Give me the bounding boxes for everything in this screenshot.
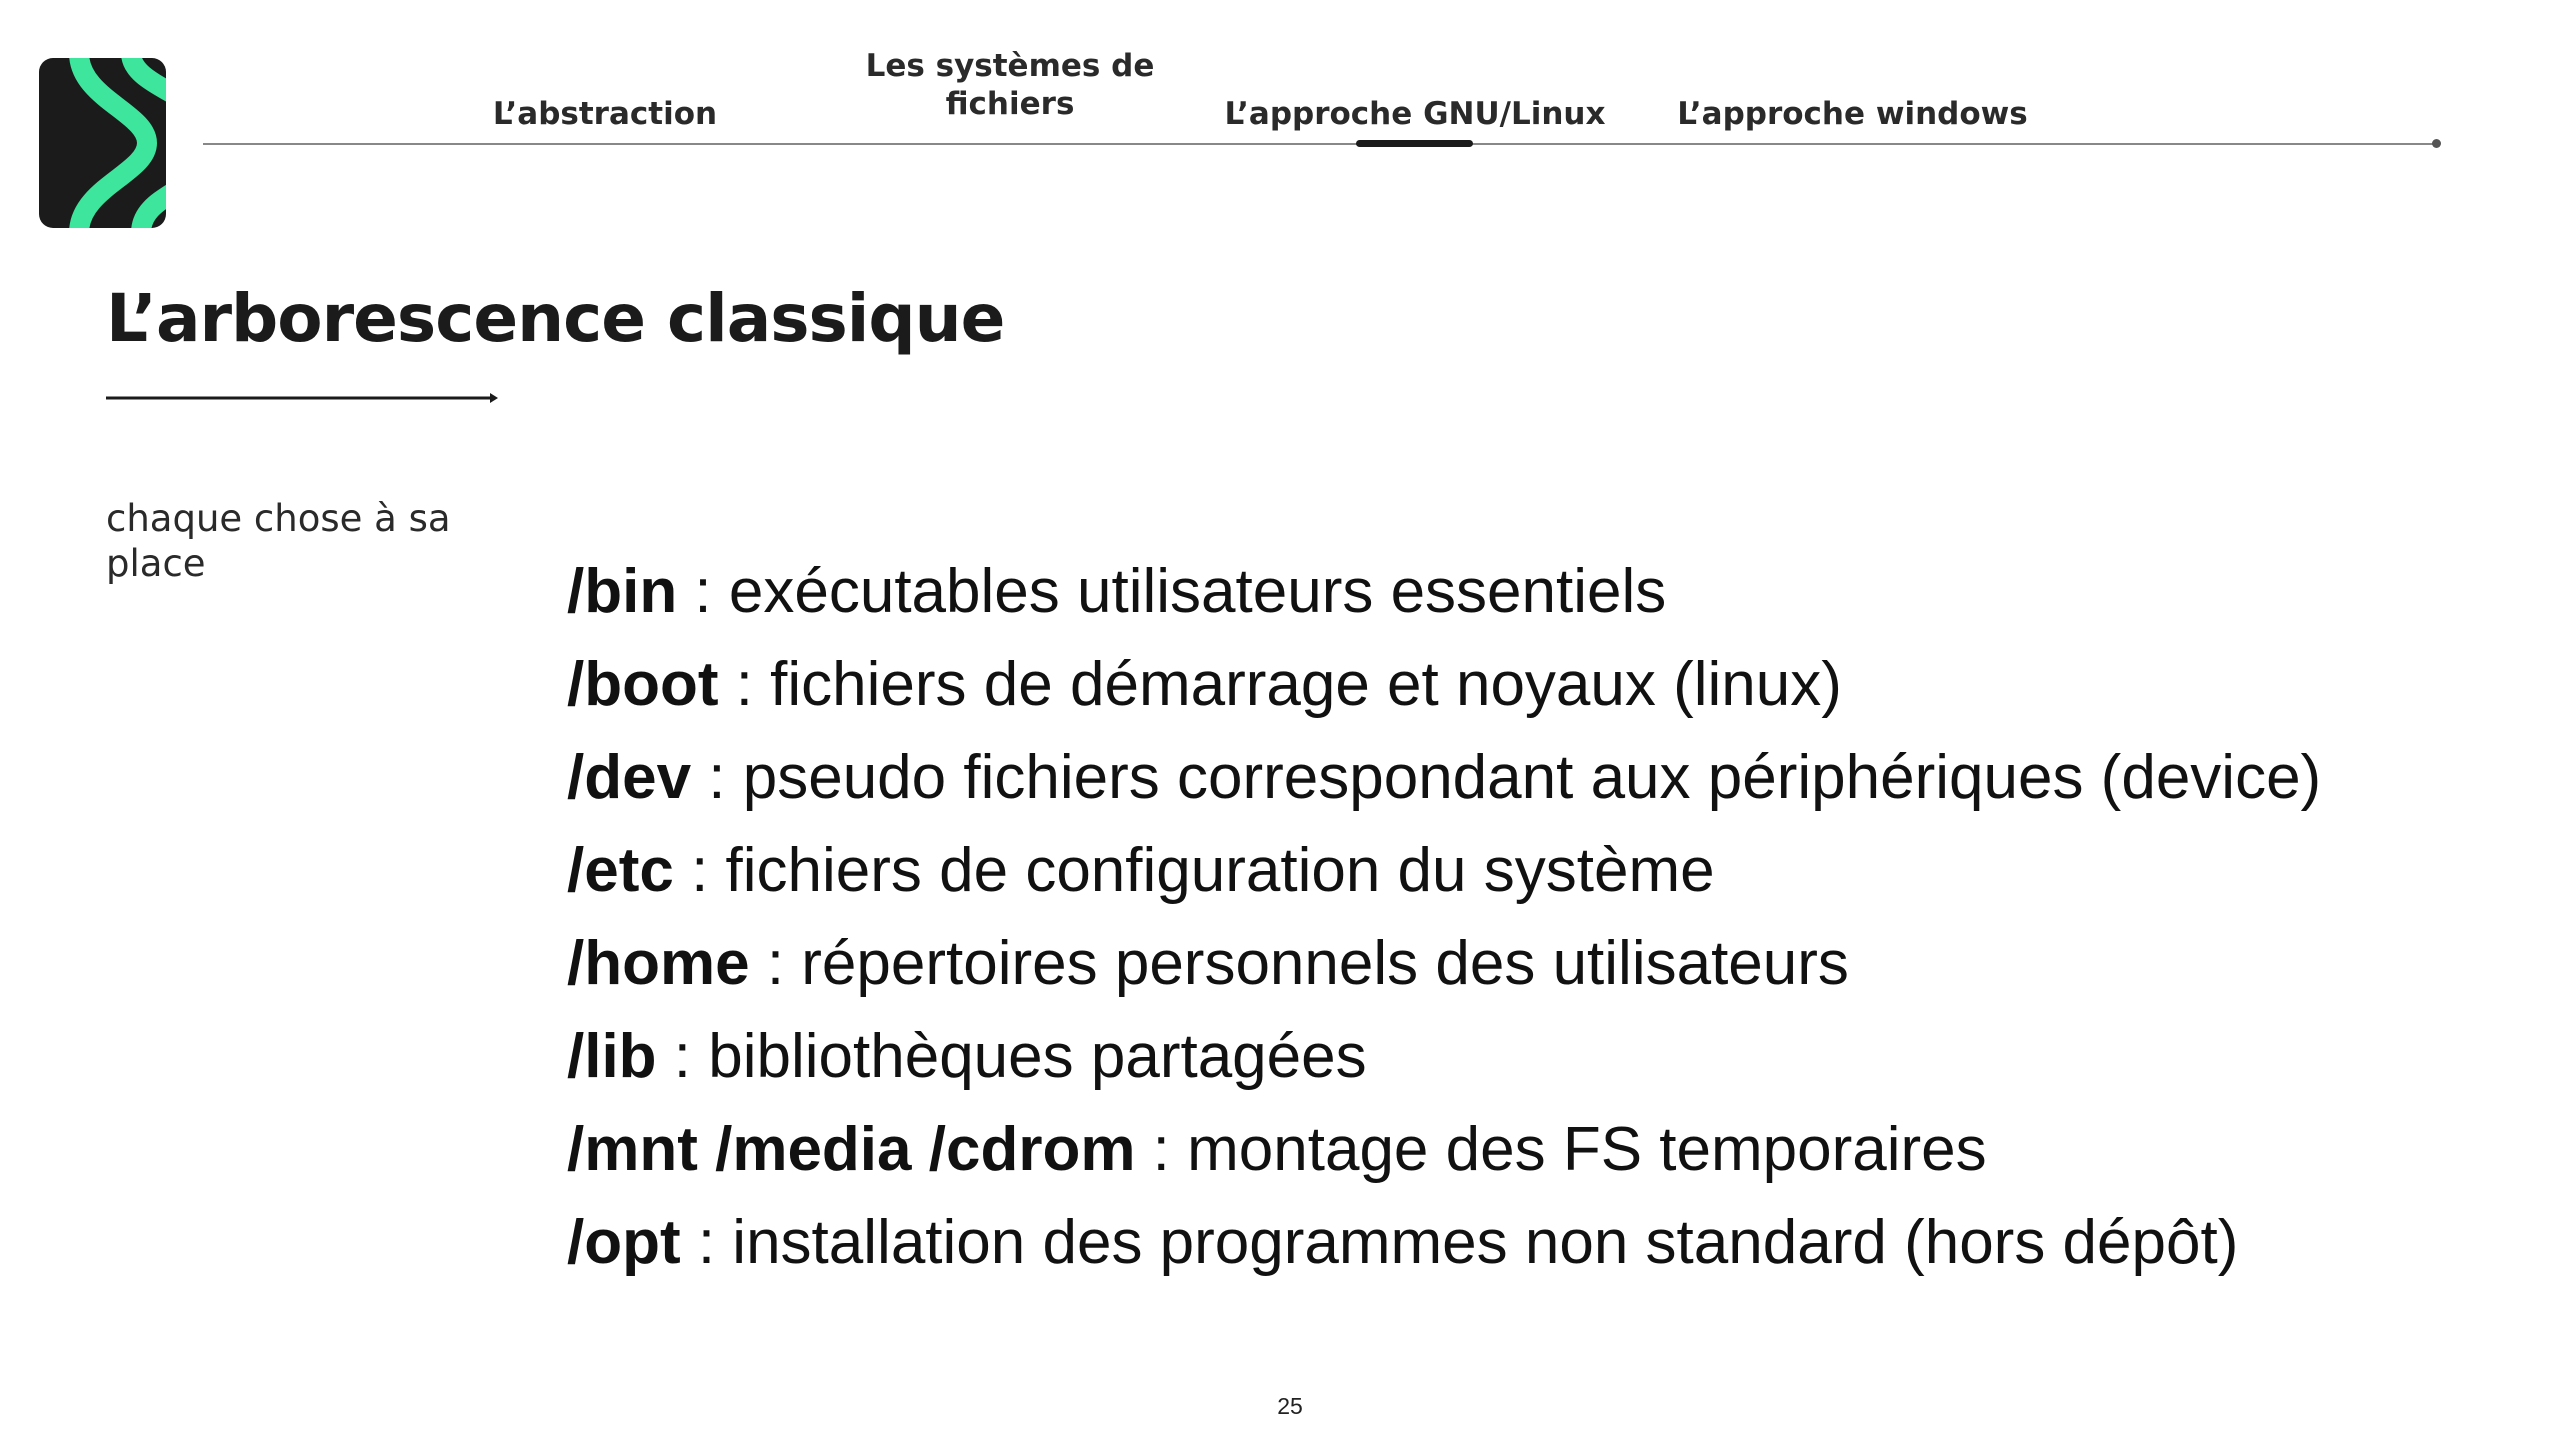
nav-item-gnu-linux[interactable]: L’approche GNU/Linux [1215,95,1615,133]
list-item: /mnt /media /cdrom : montage des FS temp… [567,1103,2321,1196]
directory-description: : montage des FS temporaires [1135,1115,1987,1184]
directory-description: : pseudo fichiers correspondant aux péri… [691,743,2322,812]
directory-path: /mnt /media /cdrom [567,1115,1136,1184]
directory-path: /lib [567,1022,657,1091]
directory-description: : répertoires personnels des utilisateur… [749,929,1849,998]
directory-description: : fichiers de démarrage et noyaux (linux… [718,650,1842,719]
list-item: /boot : fichiers de démarrage et noyaux … [567,638,2321,731]
directory-path: /home [567,929,750,998]
slide: L’abstraction Les systèmes de fichiers L… [0,0,2560,1440]
list-item: /opt : installation des programmes non s… [567,1196,2321,1289]
page-number: 25 [1277,1393,1303,1419]
list-item: /bin : exécutables utilisateurs essentie… [567,545,2321,638]
brand-logo-icon [39,58,166,228]
nav-item-filesystems[interactable]: Les systèmes de fichiers [855,47,1165,123]
directory-path: /dev [567,743,692,812]
list-item: /home : répertoires personnels des utili… [567,917,2321,1010]
list-item: /etc : fichiers de configuration du syst… [567,824,2321,917]
nav-active-indicator [1356,140,1473,147]
directory-path: /opt [567,1208,681,1277]
list-item: /dev : pseudo fichiers correspondant aux… [567,731,2321,824]
directory-path: /etc [567,836,674,905]
nav-end-dot [2432,139,2441,148]
nav-timeline [203,143,2438,145]
nav-item-windows[interactable]: L’approche windows [1665,95,2040,133]
list-item: /lib : bibliothèques partagées [567,1010,2321,1103]
page-title: L’arborescence classique [106,280,1005,357]
directory-description: : fichiers de configuration du système [673,836,1715,905]
directory-path: /bin [567,557,678,626]
directory-description: : installation des programmes non standa… [680,1208,2239,1277]
side-note: chaque chose à sa place [106,497,451,585]
title-underline-arrow-icon [106,393,498,403]
directory-list: /bin : exécutables utilisateurs essentie… [567,545,2321,1289]
directory-description: : bibliothèques partagées [656,1022,1367,1091]
nav-item-abstraction[interactable]: L’abstraction [480,95,730,133]
directory-description: : exécutables utilisateurs essentiels [677,557,1667,626]
directory-path: /boot [567,650,719,719]
